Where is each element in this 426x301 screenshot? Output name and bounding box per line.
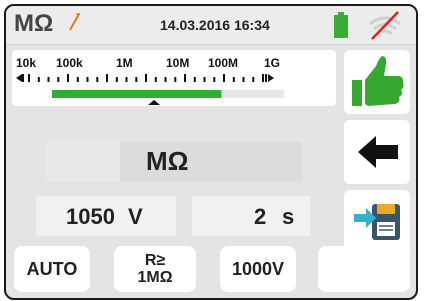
scale-tick-mark bbox=[67, 74, 69, 82]
scale-tick-mark bbox=[135, 77, 138, 82]
save-to-memory-icon bbox=[354, 204, 400, 240]
instrument-screen: MΩ 14.03.2016 16:34 10k 100k 1M 10M 100M… bbox=[4, 4, 418, 300]
scale-tick-mark bbox=[184, 74, 186, 82]
scale-tick-mark bbox=[193, 77, 196, 82]
scale-tick-mark bbox=[232, 77, 235, 82]
measurement-value-area bbox=[46, 142, 120, 182]
status-bar: MΩ 14.03.2016 16:34 bbox=[6, 6, 416, 45]
thumbs-up-icon bbox=[352, 56, 404, 106]
date-time: 14.03.2016 16:34 bbox=[160, 17, 270, 33]
back-button[interactable] bbox=[344, 120, 410, 184]
battery-icon bbox=[334, 12, 348, 38]
auto-mode-button[interactable]: AUTO bbox=[14, 246, 90, 292]
test-time-unit: s bbox=[282, 204, 295, 229]
empty-function-button[interactable] bbox=[318, 246, 410, 292]
test-voltage-value: 1050 bbox=[66, 204, 115, 229]
scale-tick-mark bbox=[242, 77, 245, 82]
scale-tick-mark bbox=[164, 77, 167, 82]
scale-tick-mark bbox=[203, 77, 206, 82]
resistance-limit-button[interactable]: R≥ 1MΩ bbox=[114, 246, 196, 292]
scale-tick-mark bbox=[125, 77, 128, 82]
scale-tick-mark bbox=[174, 77, 177, 82]
scale-left-arrow-icon bbox=[16, 74, 22, 82]
scale-tick-mark bbox=[47, 77, 50, 82]
scale-tick-mark bbox=[213, 77, 216, 82]
scale-tick-mark bbox=[252, 77, 255, 82]
scale-tick-mark bbox=[154, 77, 157, 82]
test-time-value: 2 bbox=[254, 204, 267, 229]
mode-label: MΩ bbox=[14, 10, 54, 37]
result-indicator bbox=[344, 50, 410, 114]
scale-tick-mark bbox=[57, 77, 60, 82]
bargraph-fill bbox=[52, 90, 222, 98]
measurement-unit: MΩ bbox=[146, 146, 189, 176]
scale-tick-mark bbox=[262, 74, 264, 82]
test-voltage-button[interactable]: 1000V bbox=[220, 246, 296, 292]
scale-tick-mark bbox=[223, 74, 225, 82]
scale-pointer-icon bbox=[148, 100, 160, 105]
scale-tick-mark bbox=[145, 74, 147, 82]
scale-tick-mark bbox=[115, 77, 118, 82]
resistance-limit-symbol: R≥ bbox=[144, 252, 166, 269]
scale-right-arrow-icon bbox=[268, 74, 274, 82]
wireless-disabled-icon bbox=[369, 11, 401, 40]
back-arrow-icon bbox=[358, 136, 398, 168]
scale-tick-marks bbox=[28, 74, 264, 82]
scale-tick-mark bbox=[28, 74, 30, 82]
test-voltage-unit: V bbox=[128, 204, 143, 229]
save-button[interactable] bbox=[344, 190, 410, 254]
mode-slash-icon bbox=[69, 13, 80, 31]
scale-tick-mark bbox=[106, 74, 108, 82]
bargraph-scale bbox=[16, 74, 284, 105]
bargraph-panel: 10k 100k 1M 10M 100M 1G bbox=[12, 50, 336, 106]
scale-tick-mark bbox=[76, 77, 79, 82]
scale-tick-mark bbox=[86, 77, 89, 82]
resistance-limit-value: 1MΩ bbox=[137, 269, 173, 286]
scale-tick-mark bbox=[96, 77, 99, 82]
scale-tick-mark bbox=[37, 77, 40, 82]
